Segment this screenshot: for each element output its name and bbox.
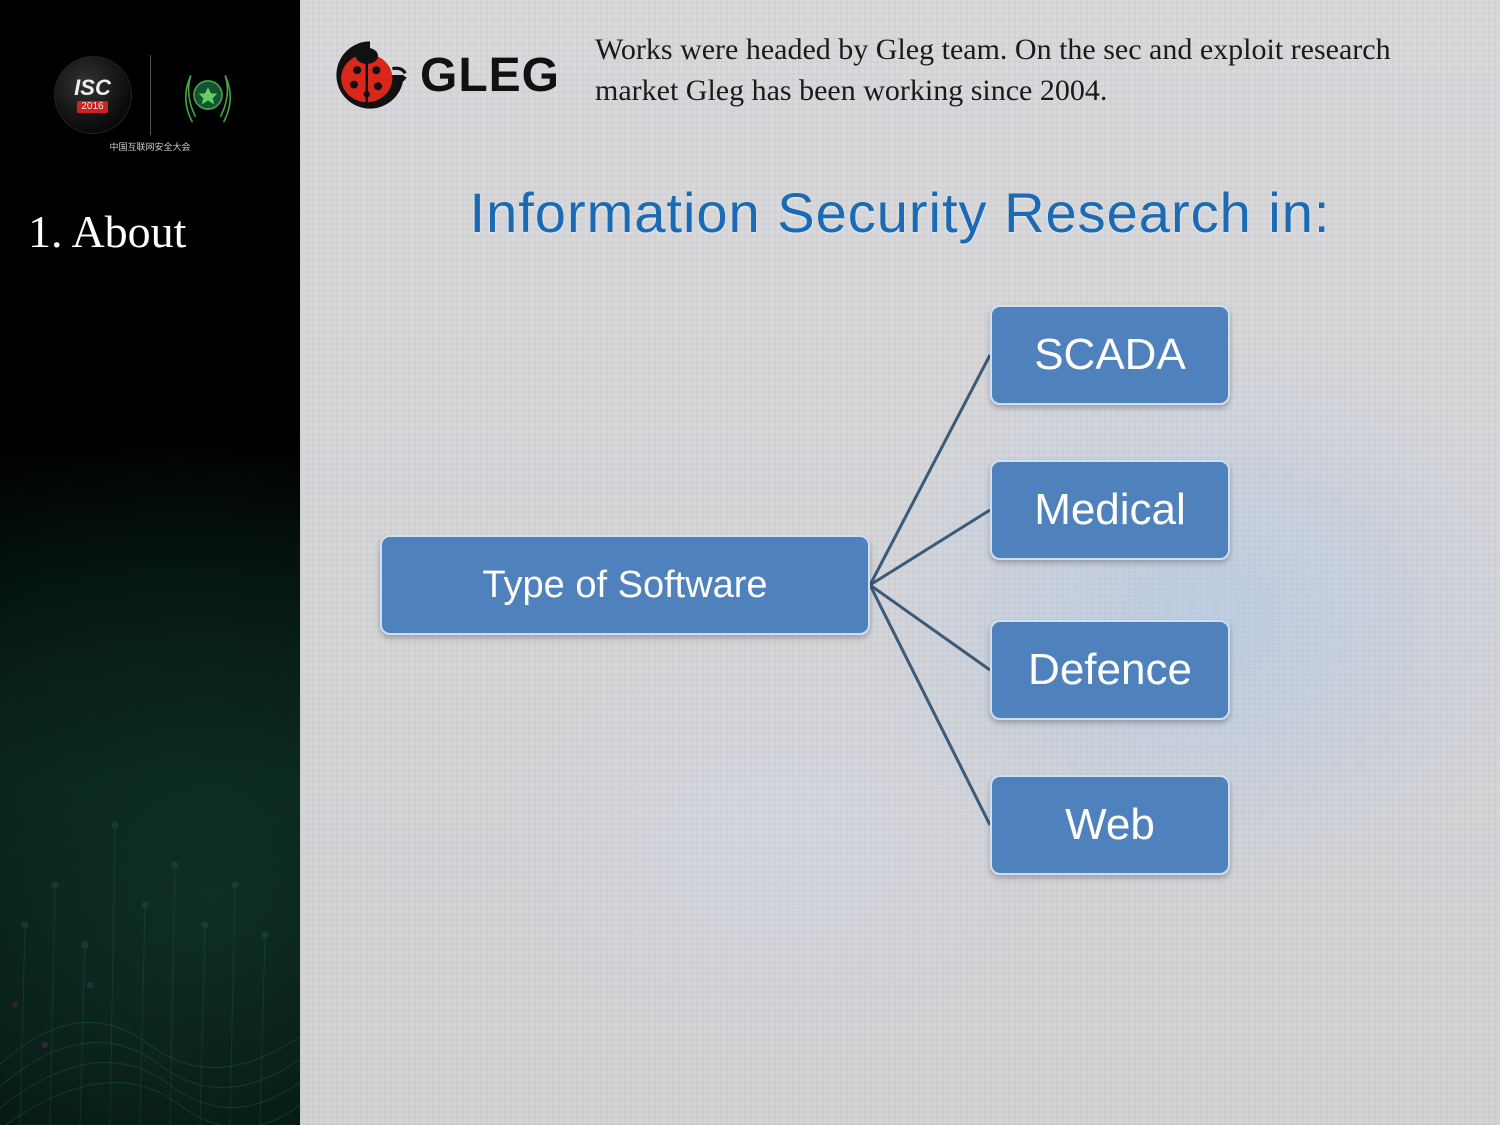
gleg-logo: GLEG bbox=[330, 30, 565, 120]
gleg-logo-text: GLEG bbox=[420, 48, 560, 103]
diagram-leaf-medical: Medical bbox=[990, 460, 1230, 560]
main-content: GLEG Works were headed by Gleg team. On … bbox=[300, 0, 1500, 1125]
isc-caption: 中国互联网安全大会 bbox=[90, 140, 210, 153]
sidebar-waves-decoration bbox=[0, 625, 300, 1125]
diagram-leaf-label: SCADA bbox=[1034, 330, 1186, 380]
diagram-leaf-scada: SCADA bbox=[990, 305, 1230, 405]
isc-logo-text: ISC bbox=[74, 77, 111, 99]
diagram-leaf-label: Web bbox=[1065, 800, 1155, 850]
ladybug-icon bbox=[330, 35, 410, 115]
diagram-root-label: Type of Software bbox=[482, 564, 767, 607]
section-title: 1. About bbox=[0, 205, 300, 258]
diagram: Type of Software SCADA Medical Defence W… bbox=[300, 285, 1500, 965]
logo-divider bbox=[150, 55, 151, 135]
isc-logo-year: 2016 bbox=[77, 101, 107, 113]
diagram-root-box: Type of Software bbox=[380, 535, 870, 635]
sidebar-logos: ISC 2016 bbox=[0, 0, 300, 135]
laurel-logo bbox=[169, 56, 247, 134]
sidebar: ISC 2016 中国互联网安全大会 1. About bbox=[0, 0, 300, 1125]
diagram-leaf-defence: Defence bbox=[990, 620, 1230, 720]
header-row: GLEG Works were headed by Gleg team. On … bbox=[300, 0, 1500, 120]
diagram-leaf-label: Medical bbox=[1034, 485, 1186, 535]
diagram-leaf-label: Defence bbox=[1028, 645, 1192, 695]
slide: ISC 2016 中国互联网安全大会 1. About bbox=[0, 0, 1500, 1125]
diagram-leaf-web: Web bbox=[990, 775, 1230, 875]
intro-paragraph: Works were headed by Gleg team. On the s… bbox=[595, 30, 1470, 111]
slide-heading: Information Security Research in: bbox=[300, 180, 1500, 245]
isc-logo: ISC 2016 bbox=[54, 56, 132, 134]
